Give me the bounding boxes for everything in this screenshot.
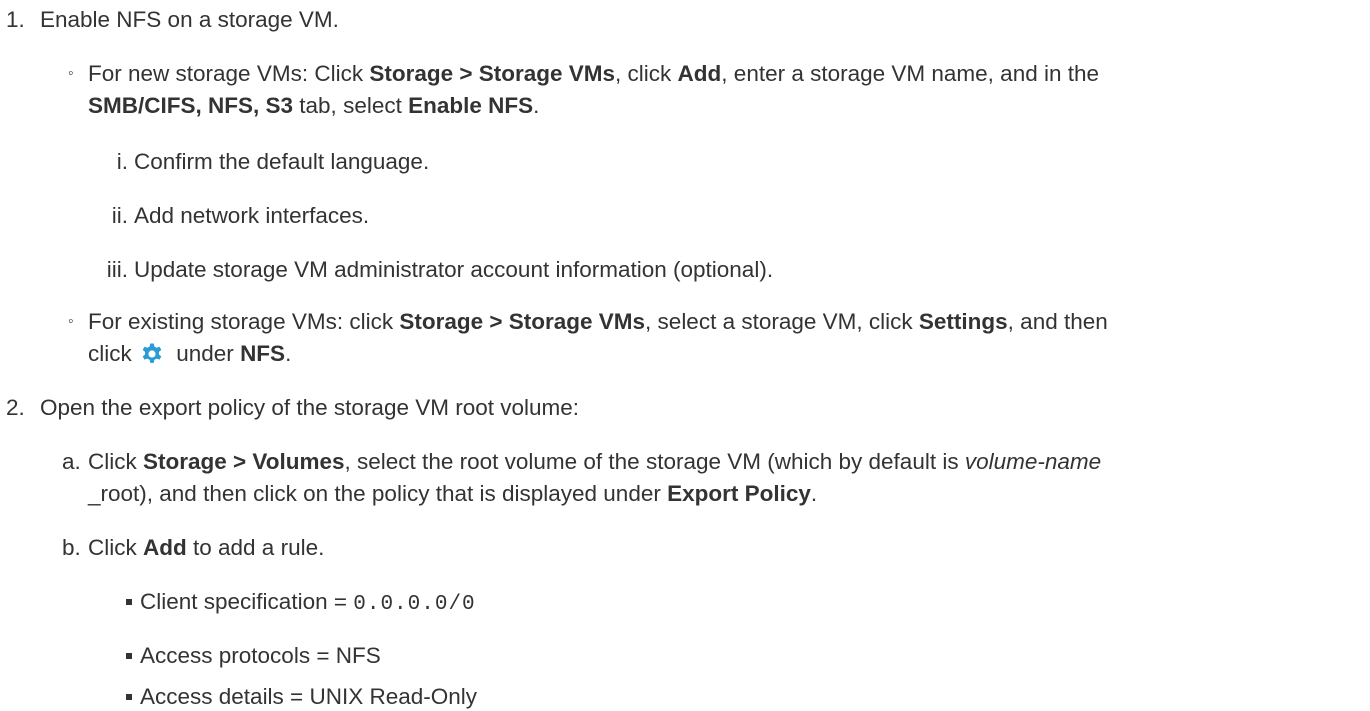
existing-vms-text: , and then bbox=[1007, 309, 1108, 334]
square-bullet-icon bbox=[126, 694, 132, 700]
substep-ii-marker: ii. bbox=[111, 203, 128, 228]
new-vms-text: , click bbox=[615, 61, 678, 86]
new-vms-text: For new storage VMs: Click bbox=[88, 61, 370, 86]
existing-vms-settings: Settings bbox=[918, 309, 1008, 334]
substep-iii-marker: iii. bbox=[106, 257, 128, 282]
substep-i-marker: i. bbox=[116, 149, 128, 174]
rule-access-details: Access details = UNIX Read-Only bbox=[140, 684, 478, 709]
step-2a-line-2: _root), and then click on the policy tha… bbox=[88, 480, 817, 508]
step-2b-marker: b. bbox=[62, 535, 81, 560]
new-vms-enable-nfs: Enable NFS bbox=[408, 93, 534, 118]
step-2a-volume-name: volume-name bbox=[964, 449, 1102, 474]
existing-vms-text: , select a storage VM, click bbox=[645, 309, 919, 334]
new-vms-marker: ◦ bbox=[68, 65, 74, 82]
existing-vms-marker: ◦ bbox=[68, 313, 74, 330]
step-2a-text: . bbox=[810, 481, 818, 506]
existing-vms-line-2: click under NFS. bbox=[88, 340, 291, 368]
step-2b-add: Add bbox=[143, 535, 187, 560]
step-1-text: Enable NFS on a storage VM. bbox=[40, 7, 339, 32]
existing-vms-text: . bbox=[285, 341, 292, 366]
step-1-marker: 1. bbox=[6, 7, 25, 32]
substep-ii-text: Add network interfaces. bbox=[134, 203, 370, 228]
step-2a-text: , select the root volume of the storage … bbox=[344, 449, 965, 474]
rule-access-protocols: Access protocols = NFS bbox=[140, 643, 381, 668]
step-2b-text: to add a rule. bbox=[186, 535, 325, 560]
step-2a-line-1: Click Storage > Volumes, select the root… bbox=[88, 448, 1101, 476]
square-bullet-icon bbox=[126, 599, 132, 605]
step-2b-line: Click Add to add a rule. bbox=[88, 534, 324, 562]
new-vms-storage-path: Storage > Storage VMs bbox=[369, 61, 616, 86]
step-2-marker: 2. bbox=[6, 395, 25, 420]
existing-vms-text: For existing storage VMs: click bbox=[88, 309, 400, 334]
new-vms-tab-name: SMB/CIFS, NFS, S3 bbox=[88, 93, 294, 118]
step-2a-storage-path: Storage > Volumes bbox=[143, 449, 345, 474]
step-2-text: Open the export policy of the storage VM… bbox=[40, 395, 580, 420]
new-vms-line-1: For new storage VMs: Click Storage > Sto… bbox=[88, 60, 1099, 88]
substep-i-text: Confirm the default language. bbox=[134, 149, 430, 174]
existing-vms-storage-path: Storage > Storage VMs bbox=[399, 309, 646, 334]
step-2a-export-policy: Export Policy bbox=[667, 481, 811, 506]
new-vms-line-2: SMB/CIFS, NFS, S3 tab, select Enable NFS… bbox=[88, 92, 539, 120]
rule-value-code: 0.0.0.0/0 bbox=[353, 593, 476, 616]
step-2a-text: Click bbox=[88, 449, 143, 474]
new-vms-text: tab, select bbox=[293, 93, 409, 118]
existing-vms-text: under bbox=[170, 341, 241, 366]
square-bullet-icon bbox=[126, 653, 132, 659]
existing-vms-nfs: NFS bbox=[240, 341, 286, 366]
step-2b-text: Click bbox=[88, 535, 143, 560]
existing-vms-line-1: For existing storage VMs: click Storage … bbox=[88, 308, 1108, 336]
new-vms-text: , enter a storage VM name, and in the bbox=[721, 61, 1100, 86]
new-vms-text: . bbox=[533, 93, 540, 118]
step-2a-marker: a. bbox=[62, 449, 81, 474]
rule-client-spec: Client specification = 0.0.0.0/0 bbox=[140, 588, 476, 619]
substep-iii-text: Update storage VM administrator account … bbox=[134, 257, 774, 282]
step-2a-text: _root), and then click on the policy tha… bbox=[88, 481, 668, 506]
gear-icon bbox=[140, 342, 164, 366]
rule-label: Client specification = bbox=[140, 589, 354, 614]
existing-vms-text: click bbox=[88, 341, 138, 366]
new-vms-add: Add bbox=[677, 61, 722, 86]
